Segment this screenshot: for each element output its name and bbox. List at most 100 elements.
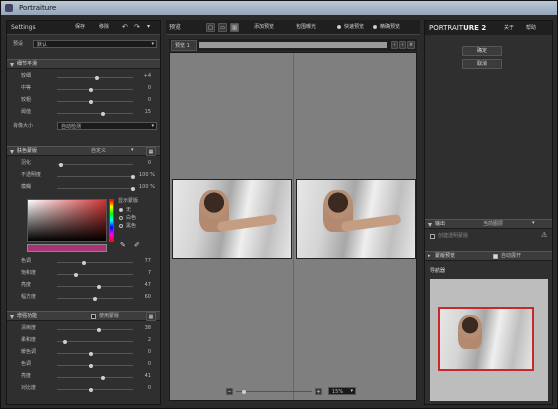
help-button[interactable]: 帮助 bbox=[526, 26, 536, 31]
color-picker-field[interactable] bbox=[27, 199, 107, 242]
eyedropper-plus-icon[interactable]: ✐ bbox=[134, 242, 140, 249]
slider-label: 清晰度 bbox=[21, 325, 37, 331]
redo-icon[interactable]: ↷ bbox=[134, 24, 140, 31]
mask-option[interactable]: 无 bbox=[119, 207, 159, 214]
auto-expand-checkbox[interactable] bbox=[493, 254, 498, 259]
zoom-in-icon[interactable]: + bbox=[315, 388, 322, 395]
slider-handle[interactable] bbox=[131, 175, 135, 179]
output-section[interactable]: 输出 当前图层 ▾ bbox=[425, 219, 552, 229]
slider-value: 7 bbox=[147, 270, 151, 276]
slider-handle[interactable] bbox=[96, 328, 101, 332]
slider-track[interactable] bbox=[57, 389, 133, 390]
slider-handle[interactable] bbox=[74, 273, 78, 277]
slider-value: 41 bbox=[144, 373, 151, 379]
undo-icon[interactable]: ↶ bbox=[122, 24, 128, 31]
chevron-down-icon[interactable]: ▾ bbox=[532, 221, 535, 226]
output-select[interactable]: 当前图层 bbox=[483, 222, 503, 227]
about-button[interactable]: 关于 bbox=[504, 26, 514, 31]
zoom-out-icon[interactable]: − bbox=[226, 388, 233, 395]
slider-row: 幅方度 60 bbox=[7, 293, 160, 303]
bracket-exposure-button[interactable]: 包围曝光 bbox=[296, 25, 316, 30]
fast-preview-radio[interactable] bbox=[337, 25, 341, 29]
subject-figure bbox=[458, 315, 482, 349]
ok-button[interactable]: 确定 bbox=[462, 46, 502, 56]
mask-option[interactable]: 白色 bbox=[119, 215, 159, 222]
chevron-down-icon[interactable]: ▾ bbox=[131, 148, 134, 153]
add-preview-button[interactable]: 添加预览 bbox=[254, 25, 274, 30]
slider-track[interactable] bbox=[57, 353, 133, 354]
skin-mask-section[interactable]: 肤色蒙版 自定义 ▾ ▦ bbox=[7, 146, 160, 156]
slider-row: 阈值 15 bbox=[7, 108, 160, 118]
slider-track[interactable] bbox=[57, 286, 133, 287]
slider-handle[interactable] bbox=[100, 112, 105, 116]
mask-preview-section[interactable]: ▸ 蒙版预览 自动展开 bbox=[425, 251, 552, 261]
slider-track[interactable] bbox=[57, 89, 133, 90]
chevron-left-icon[interactable]: ‹ bbox=[391, 41, 398, 49]
preview-area: 预览 □ ▭ ▥ 添加预览 包围曝光 快速预览 精确预览 预览 1 ‹ › × … bbox=[166, 20, 420, 405]
slider-track[interactable] bbox=[57, 101, 133, 102]
slider-handle[interactable] bbox=[89, 100, 94, 104]
slider-track[interactable] bbox=[57, 262, 133, 263]
radio-icon[interactable] bbox=[119, 216, 123, 220]
settings-label: Settings bbox=[11, 24, 36, 31]
slider-track[interactable] bbox=[57, 274, 133, 275]
side-by-side-icon[interactable]: ▥ bbox=[230, 23, 239, 32]
slider-handle[interactable] bbox=[96, 285, 101, 289]
grid-icon[interactable]: ▦ bbox=[146, 147, 156, 156]
chevron-down-icon[interactable]: ▾ bbox=[147, 24, 150, 30]
slider-track[interactable] bbox=[57, 329, 133, 330]
split-view-icon[interactable]: ▭ bbox=[218, 23, 227, 32]
slider-handle[interactable] bbox=[131, 187, 135, 191]
tab-preview-1[interactable]: 预览 1 bbox=[171, 40, 197, 51]
slider-handle[interactable] bbox=[89, 364, 94, 368]
slider-handle[interactable] bbox=[89, 88, 94, 92]
slider-handle[interactable] bbox=[62, 340, 67, 344]
slider-label: 色调 bbox=[21, 258, 32, 264]
detail-smoothing-section[interactable]: 细节平滑 bbox=[7, 59, 160, 69]
slider-handle[interactable] bbox=[93, 297, 97, 301]
zoom-select[interactable]: 15% ▾ bbox=[328, 387, 356, 395]
accurate-preview-radio[interactable] bbox=[373, 25, 377, 29]
slider-track[interactable] bbox=[57, 113, 133, 114]
create-transparent-label: 创建透明蒙版 bbox=[438, 233, 469, 239]
slider-label: 柔和度 bbox=[21, 337, 37, 343]
slider-handle[interactable] bbox=[58, 163, 63, 167]
slider-track[interactable] bbox=[57, 365, 133, 366]
eyedropper-icon[interactable]: ✎ bbox=[120, 242, 126, 249]
slider-row: 亮度 41 bbox=[7, 372, 160, 382]
slider-handle[interactable] bbox=[81, 261, 86, 265]
radio-icon[interactable] bbox=[119, 224, 123, 228]
cancel-button[interactable]: 取消 bbox=[462, 59, 502, 69]
grid-icon[interactable]: ▦ bbox=[146, 312, 156, 321]
single-view-icon[interactable]: □ bbox=[206, 23, 215, 32]
selected-color-swatch[interactable] bbox=[27, 244, 107, 252]
slider-handle[interactable] bbox=[94, 76, 99, 80]
slider-track[interactable] bbox=[57, 176, 133, 177]
create-transparent-checkbox[interactable] bbox=[430, 234, 435, 239]
slider-track[interactable] bbox=[57, 341, 133, 342]
zoom-slider[interactable]: − + bbox=[226, 388, 326, 395]
collapse-icon bbox=[10, 150, 14, 154]
skin-mode-select[interactable]: 自定义 bbox=[91, 149, 106, 154]
close-icon[interactable]: × bbox=[407, 41, 415, 49]
split-divider[interactable] bbox=[293, 53, 294, 400]
chevron-right-icon[interactable]: › bbox=[399, 41, 406, 49]
save-preset-button[interactable]: 保存 bbox=[75, 25, 85, 30]
delete-preset-button[interactable]: 移除 bbox=[99, 25, 109, 30]
slider-handle[interactable] bbox=[100, 376, 105, 380]
slider-track[interactable] bbox=[57, 377, 133, 378]
portrait-size-select[interactable]: 自动检测 ▾ bbox=[57, 122, 157, 130]
slider-handle[interactable] bbox=[89, 388, 94, 392]
slider-track[interactable] bbox=[57, 188, 133, 189]
use-mask-checkbox[interactable] bbox=[91, 314, 96, 319]
mask-option[interactable]: 黑色 bbox=[119, 223, 159, 230]
preview-canvas[interactable] bbox=[169, 52, 417, 401]
preset-select[interactable]: 默认 ▾ bbox=[33, 40, 157, 48]
radio-icon[interactable] bbox=[119, 208, 123, 212]
slider-handle[interactable] bbox=[89, 352, 94, 356]
slider-track[interactable] bbox=[57, 164, 133, 165]
hue-strip[interactable] bbox=[109, 199, 114, 242]
zoom-slider-handle[interactable] bbox=[242, 390, 246, 394]
navigator-viewport[interactable] bbox=[438, 307, 534, 371]
enhancements-section[interactable]: 增强功能 使用蒙版 ▦ bbox=[7, 311, 160, 321]
